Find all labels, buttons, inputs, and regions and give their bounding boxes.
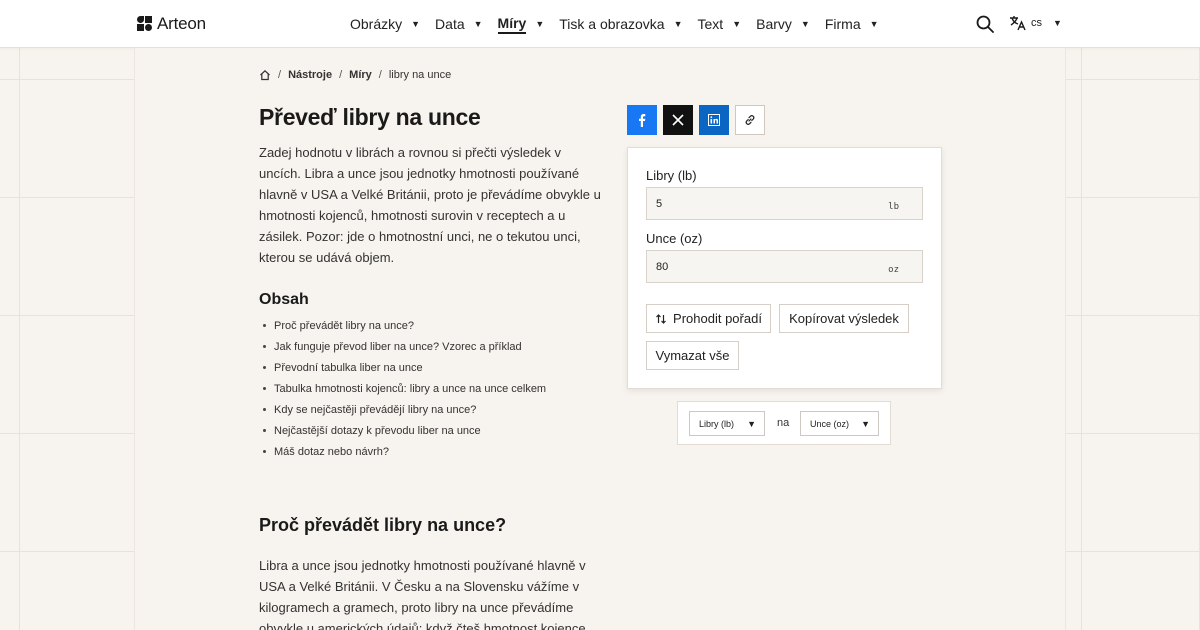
share-x-button[interactable] — [663, 105, 693, 135]
share-facebook-button[interactable] — [627, 105, 657, 135]
breadcrumb-separator: / — [278, 69, 282, 81]
toc-link[interactable]: Kdy se nejčastěji převádějí libry na unc… — [259, 402, 546, 423]
breadcrumb: / Nástroje / Míry / libry na unce — [259, 69, 451, 81]
caret-down-icon: ▼ — [673, 19, 683, 29]
ounces-value: 80 — [656, 261, 669, 273]
from-unit-value: Libry (lb) — [699, 418, 735, 429]
nav-item-data[interactable]: Data ▼ — [435, 16, 483, 32]
link-icon — [745, 115, 755, 125]
home-icon[interactable] — [259, 69, 271, 81]
nav-item-tisk-a-obrazovka[interactable]: Tisk a obrazovka ▼ — [559, 16, 682, 32]
caret-down-icon: ▼ — [800, 19, 810, 29]
search-icon[interactable] — [976, 15, 994, 33]
pounds-label: Libry (lb) — [646, 168, 697, 183]
breadcrumb-separator: / — [378, 69, 382, 81]
nav-item-label: Míry — [497, 15, 527, 34]
logo-text: Arteon — [157, 14, 206, 33]
section-body: Libra a unce jsou jednotky hmotnosti pou… — [259, 558, 586, 630]
pounds-value: 5 — [656, 198, 663, 210]
toc-title: Obsah — [259, 291, 309, 308]
caret-down-icon: ▼ — [869, 19, 879, 29]
toc-link[interactable]: Proč převádět libry na unce? — [259, 318, 546, 339]
swap-button-label: Prohodit pořadí — [673, 311, 762, 326]
logo-icon — [137, 16, 153, 32]
breadcrumb-link-miry[interactable]: Míry — [349, 69, 372, 81]
section-heading: Proč převádět libry na unce? — [259, 515, 507, 535]
caret-down-icon: ▼ — [473, 19, 483, 29]
breadcrumb-link-nastroje[interactable]: Nástroje — [288, 69, 332, 81]
nav-item-label: Text — [697, 16, 724, 32]
clear-all-label: Vymazat vše — [655, 348, 730, 363]
copy-link-button[interactable] — [735, 105, 765, 135]
caret-down-icon: ▼ — [411, 19, 421, 29]
breadcrumb-current: libry na unce — [388, 69, 452, 81]
converter-panel: Libry (lb) 5 lb Unce (oz) 80 oz Prohodit… — [627, 147, 942, 389]
nav-item-label: Data — [435, 16, 465, 32]
to-unit-select[interactable]: Unce (oz) ▼ — [800, 411, 879, 436]
nav-item-label: Firma — [824, 16, 861, 32]
from-unit-select[interactable]: Libry (lb) ▼ — [689, 411, 765, 436]
share-linkedin-button[interactable] — [699, 105, 729, 135]
nav-item-label: Tisk a obrazovka — [559, 16, 665, 32]
nav-item-firma[interactable]: Firma ▼ — [825, 16, 879, 32]
translate-icon — [1010, 16, 1026, 31]
share-buttons — [627, 105, 765, 135]
nav-item-barvy[interactable]: Barvy ▼ — [756, 16, 810, 32]
nav-item-obrazky[interactable]: Obrázky ▼ — [350, 16, 420, 32]
toc-link[interactable]: Tabulka hmotnosti kojenců: libry a unce … — [259, 381, 546, 402]
facebook-icon — [639, 114, 646, 127]
toc-link[interactable]: Převodní tabulka liber na unce — [259, 360, 546, 381]
pounds-unit: lb — [888, 202, 899, 212]
nav-item-label: Obrázky — [350, 16, 403, 32]
unit-connector: na — [777, 417, 790, 429]
toc-link[interactable]: Nejčastější dotazy k převodu liber na un… — [259, 423, 546, 444]
copy-result-label: Kopírovat výsledek — [789, 311, 899, 326]
ounces-unit: oz — [888, 265, 899, 275]
unit-selector: Libry (lb) ▼ na Unce (oz) ▼ — [677, 401, 891, 445]
language-code: cs — [1031, 17, 1042, 29]
caret-down-icon: ▼ — [747, 418, 756, 429]
ounces-label: Unce (oz) — [646, 231, 703, 246]
page-title: Převeď libry na unce — [259, 104, 481, 130]
main-nav: Obrázky ▼ Data ▼ Míry ▼ Tisk a obrazovka… — [350, 0, 894, 48]
caret-down-icon: ▼ — [535, 19, 545, 29]
toc-link[interactable]: Jak funguje převod liber na unce? Vzorec… — [259, 339, 546, 360]
table-of-contents: Proč převádět libry na unce? Jak funguje… — [259, 318, 546, 465]
nav-item-text[interactable]: Text ▼ — [698, 16, 742, 32]
caret-down-icon: ▼ — [732, 19, 742, 29]
nav-item-miry[interactable]: Míry ▼ — [497, 15, 545, 34]
intro-text: Zadej hodnotu v librách a rovnou si přeč… — [259, 145, 601, 265]
ounces-input[interactable]: 80 oz — [646, 250, 923, 283]
to-unit-value: Unce (oz) — [810, 418, 850, 429]
top-navigation-bar: Arteon Obrázky ▼ Data ▼ Míry ▼ Tisk a ob… — [0, 0, 1200, 48]
swap-icon — [656, 313, 666, 324]
pounds-input[interactable]: 5 lb — [646, 187, 923, 220]
logo[interactable]: Arteon — [137, 14, 206, 34]
toc-link[interactable]: Máš dotaz nebo návrh? — [259, 444, 546, 465]
language-switcher[interactable]: cs ▼ — [1009, 15, 1062, 31]
caret-down-icon: ▼ — [1053, 18, 1062, 28]
nav-item-label: Barvy — [756, 16, 792, 32]
caret-down-icon: ▼ — [861, 418, 870, 429]
x-icon — [672, 114, 684, 126]
clear-all-button[interactable]: Vymazat vše — [646, 341, 739, 370]
copy-result-button[interactable]: Kopírovat výsledek — [779, 304, 909, 333]
linkedin-icon — [708, 114, 720, 126]
breadcrumb-separator: / — [339, 69, 343, 81]
swap-button[interactable]: Prohodit pořadí — [646, 304, 771, 333]
